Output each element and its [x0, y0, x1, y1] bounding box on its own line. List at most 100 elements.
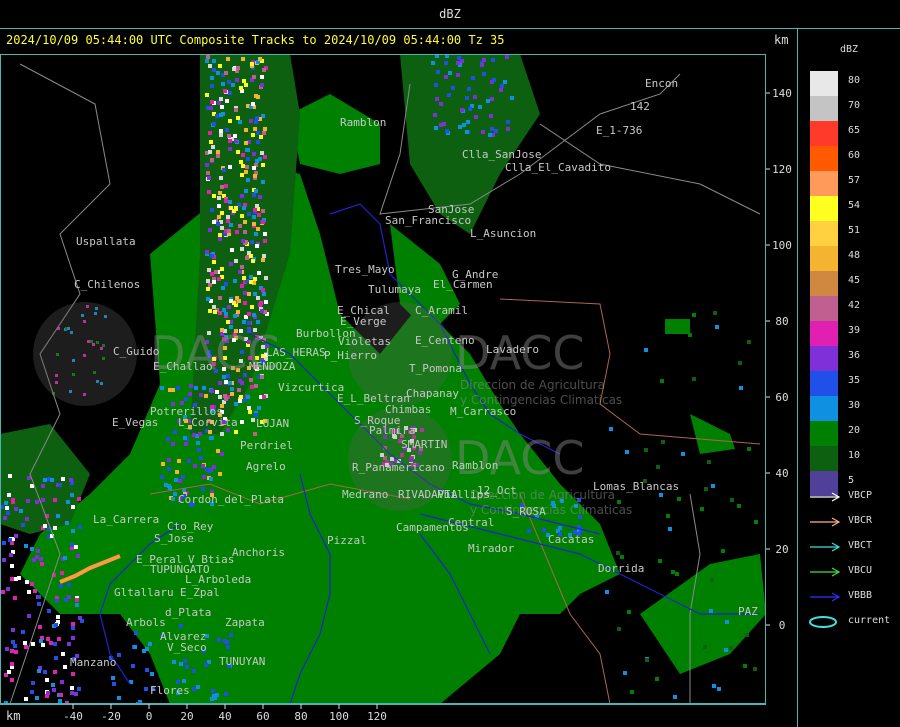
- echo-pixel: [207, 190, 211, 194]
- echo-pixel: [10, 649, 14, 653]
- echo-pixel: [249, 280, 253, 284]
- echo-pixel: [59, 693, 63, 697]
- echo-pixel: [228, 147, 232, 151]
- echo-pixel: [218, 381, 222, 385]
- echo-pixel: [250, 240, 254, 244]
- echo-pixel: [206, 55, 210, 59]
- echo-pixel: [66, 500, 70, 504]
- track-legend-vbct: VBCT: [808, 538, 900, 554]
- place-label: Lomas_Blancas: [593, 480, 679, 493]
- echo-pixel: [201, 464, 205, 468]
- echo-pixel: [54, 656, 58, 660]
- place-label: TUNUYAN: [219, 655, 265, 668]
- echo-pixel: [238, 120, 242, 124]
- echo-pixel: [240, 420, 244, 424]
- echo-pixel: [220, 432, 224, 436]
- echo-pixel: [65, 521, 69, 525]
- echo-pixel: [224, 71, 228, 75]
- radar-map[interactable]: DACC DACC DACC Direccion de Agricultura …: [0, 54, 766, 704]
- place-label: E_Vegas: [112, 416, 158, 429]
- track-arrow-icon: [810, 492, 841, 502]
- legend-swatch-label: 54: [848, 200, 861, 211]
- echo-pixel: [220, 105, 224, 109]
- echo-pixel: [214, 270, 218, 274]
- echo-pixel: [131, 664, 135, 668]
- track-legend-vbcu: VBCU: [808, 563, 900, 579]
- echo-pixel: [482, 58, 486, 62]
- echo-pixel: [64, 598, 68, 602]
- echo-pixel: [46, 691, 50, 695]
- legend-swatch-45: [810, 271, 838, 296]
- echo-pixel: [264, 300, 268, 304]
- echo-pixel: [218, 296, 222, 300]
- echo-pixel: [456, 73, 460, 77]
- echo-pixel: [212, 68, 216, 72]
- echo-pixel: [241, 57, 245, 61]
- echo-pixel: [256, 131, 260, 135]
- echo-pixel: [261, 288, 265, 292]
- echo-pixel: [252, 193, 256, 197]
- track-legend-vbcp: VBCP: [808, 488, 900, 504]
- echo-pixel: [260, 309, 264, 313]
- track-legend-vbbb: VBBB: [808, 588, 900, 604]
- echo-pixel: [208, 469, 212, 473]
- echo-pixel: [494, 129, 498, 133]
- watermark-text: Direccion de Agricultura: [460, 378, 605, 392]
- echo-pixel: [677, 497, 681, 501]
- legend-swatch-48: [810, 246, 838, 271]
- echo-pixel: [627, 610, 631, 614]
- echo-pixel: [150, 672, 154, 676]
- echo-pixel: [625, 450, 629, 454]
- legend-swatch-20: [810, 421, 838, 446]
- echo-pixel: [620, 555, 624, 559]
- echo-pixel: [249, 275, 253, 279]
- echo-pixel: [189, 384, 193, 388]
- legend-swatch-36: [810, 346, 838, 371]
- echo-pixel: [224, 312, 228, 316]
- legend-swatch-label: 65: [848, 125, 861, 136]
- echo-pixel: [205, 93, 209, 97]
- echo-pixel: [247, 292, 251, 296]
- echo-pixel: [703, 645, 707, 649]
- echo-pixel: [59, 584, 63, 588]
- echo-pixel: [63, 665, 67, 669]
- echo-pixel: [247, 321, 251, 325]
- legend-swatch-42: [810, 296, 838, 321]
- echo-pixel: [38, 625, 42, 629]
- echo-pixel: [201, 487, 205, 491]
- echo-pixel: [225, 128, 229, 132]
- echo-pixel: [451, 86, 455, 90]
- echo-pixel: [233, 134, 237, 138]
- echo-pixel: [226, 219, 230, 223]
- echo-pixel: [188, 392, 192, 396]
- place-label: Flores: [150, 684, 190, 697]
- echo-pixel: [692, 377, 696, 381]
- echo-pixel: [212, 260, 216, 264]
- echo-pixel: [226, 215, 230, 219]
- echo-pixel: [77, 687, 81, 691]
- echo-pixel: [251, 259, 255, 263]
- echo-pixel: [253, 277, 257, 281]
- echo-pixel: [205, 59, 209, 63]
- radar-map-frame[interactable]: DACC DACC DACC Direccion de Agricultura …: [0, 54, 766, 704]
- echo-pixel: [71, 626, 75, 630]
- track-arrow-icon: [810, 517, 841, 527]
- echo-pixel: [617, 627, 621, 631]
- echo-pixel: [228, 165, 232, 169]
- x-axis-tick-label: -40: [63, 710, 83, 723]
- echo-pixel: [171, 442, 175, 446]
- y-axis-tick-label: 0: [779, 619, 786, 632]
- echo-pixel: [218, 191, 222, 195]
- echo-pixel: [243, 291, 247, 295]
- echo-pixel: [227, 134, 231, 138]
- legend-swatch-label: 80: [848, 75, 861, 86]
- track-legend-vbcr: VBCR: [808, 513, 900, 529]
- echo-pixel: [182, 679, 186, 683]
- echo-pixel: [490, 127, 494, 131]
- echo-pixel: [249, 254, 253, 258]
- echo-pixel: [56, 615, 60, 619]
- echo-pixel: [465, 96, 469, 100]
- echo-pixel: [229, 262, 233, 266]
- echo-pixel: [61, 652, 65, 656]
- echo-pixel: [37, 595, 41, 599]
